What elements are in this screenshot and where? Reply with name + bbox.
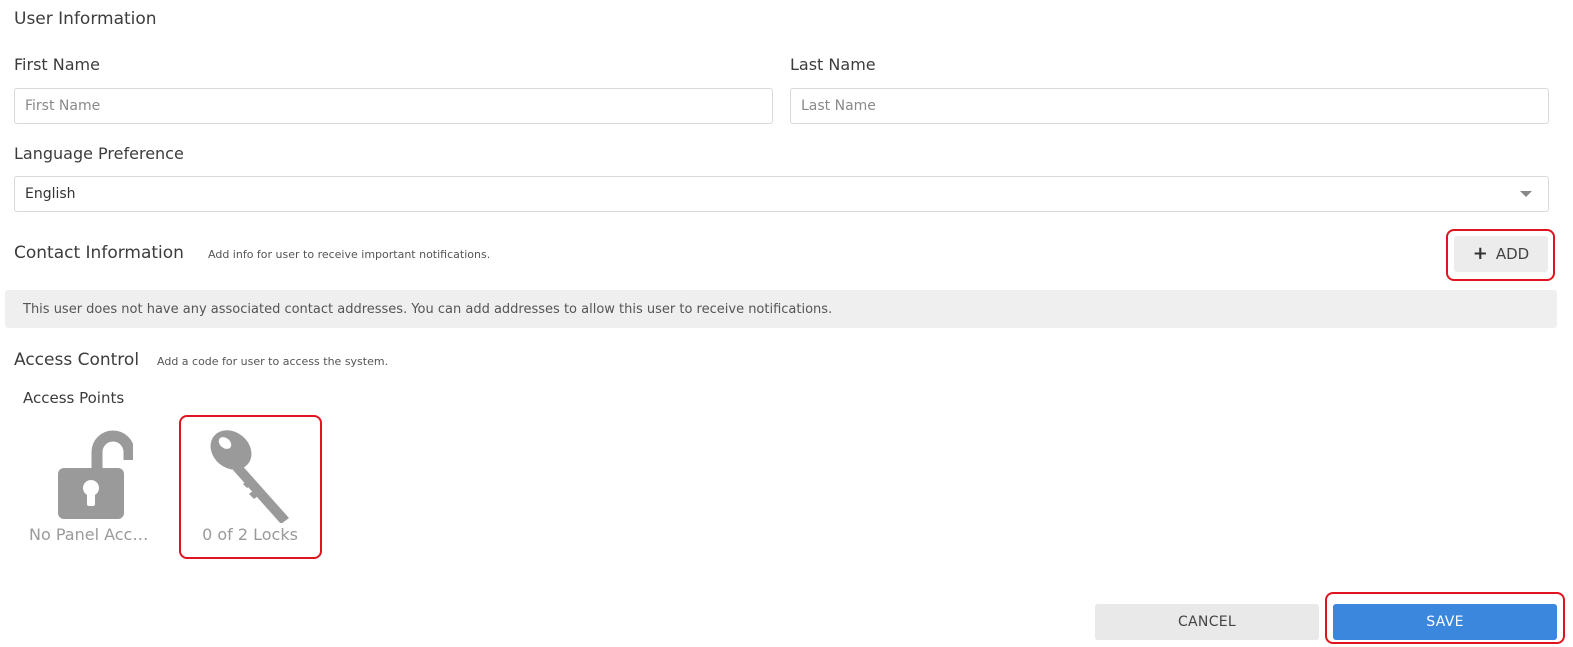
access-tile-panel-label: No Panel Access [29, 525, 157, 544]
add-contact-button[interactable]: + ADD [1454, 236, 1548, 272]
key-icon [210, 430, 289, 523]
access-tile-panel[interactable]: No Panel Access [26, 428, 160, 544]
contact-information-subtitle: Add info for user to receive important n… [208, 248, 491, 261]
access-control-title: Access Control [14, 350, 140, 370]
plus-icon: + [1472, 243, 1488, 264]
first-name-label: First Name [14, 55, 100, 74]
user-information-title: User Information [14, 9, 157, 29]
unlocked-padlock-icon [58, 430, 133, 519]
access-tile-locks-label: 0 of 2 Locks [202, 525, 298, 544]
add-contact-label: ADD [1495, 245, 1530, 263]
cancel-button[interactable]: CANCEL [1095, 604, 1319, 640]
language-selected-value: English [25, 186, 76, 202]
contact-empty-notice: This user does not have any associated c… [5, 290, 1557, 328]
language-select[interactable]: English [14, 176, 1549, 212]
language-preference-label: Language Preference [14, 144, 184, 163]
save-button[interactable]: SAVE [1333, 604, 1557, 640]
access-control-subtitle: Add a code for user to access the system… [157, 355, 389, 368]
first-name-input[interactable] [14, 88, 773, 124]
chevron-down-icon [1520, 191, 1532, 197]
contact-information-title: Contact Information [14, 243, 184, 263]
last-name-input[interactable] [790, 88, 1549, 124]
user-form-page: User Information First Name Last Name La… [0, 0, 1573, 647]
access-points-label: Access Points [23, 389, 125, 407]
access-tile-locks[interactable]: 0 of 2 Locks [183, 428, 317, 544]
last-name-label: Last Name [790, 55, 876, 74]
